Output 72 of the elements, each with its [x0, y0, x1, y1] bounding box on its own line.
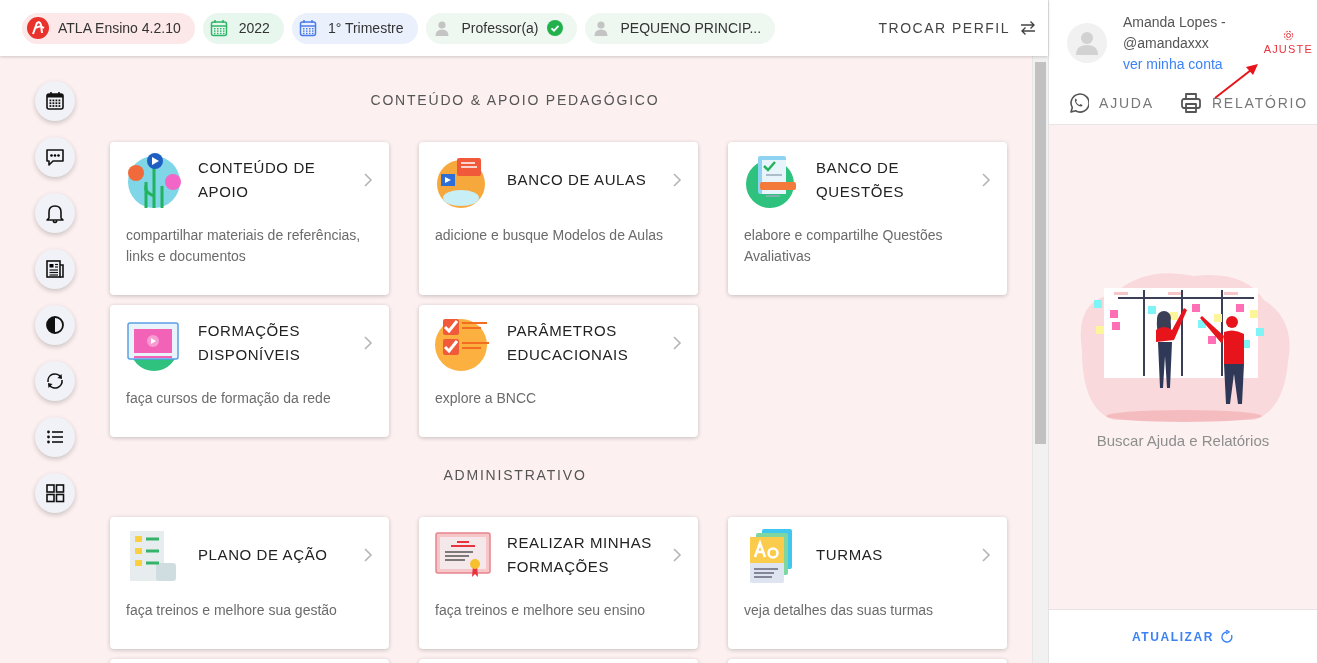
chevron-right-icon	[363, 172, 373, 188]
module-card[interactable]: FORMAÇÕES DISPONÍVEIS faça cursos de formação da rede	[110, 305, 389, 437]
card-description: adicione e busque Modelos de Aulas	[435, 226, 665, 245]
card-title: PARÂMETROS EDUCACIONAIS	[507, 321, 630, 365]
chevron-right-icon	[672, 172, 682, 188]
filter-chip[interactable]: 2022	[202, 12, 284, 44]
caption: Buscar Ajuda e Relatórios	[1096, 432, 1270, 449]
module-card[interactable]: CONTEÚDO DE APOIO compartilhar materiais de referências, links e documentos	[110, 142, 389, 295]
bell-button[interactable]	[35, 193, 75, 233]
avatar	[1067, 23, 1107, 63]
newspaper-icon	[44, 258, 66, 280]
whatsapp-icon	[1067, 92, 1089, 114]
filter-chip[interactable]: Professor(a)	[425, 12, 577, 44]
account-link[interactable]: ver minha conta	[1123, 54, 1226, 75]
card-description: faça treinos e melhore sua gestão	[126, 601, 338, 620]
scrollbar[interactable]	[1032, 56, 1048, 663]
settings-button[interactable]: AJUSTE	[1263, 30, 1313, 55]
chevron-right-icon	[672, 335, 682, 351]
contrast-button[interactable]	[35, 305, 75, 345]
contrast-icon	[44, 314, 66, 336]
card-description: compartilhar materiais de referências, links e documentos	[126, 226, 362, 266]
swap-icon	[1020, 20, 1036, 36]
action-button[interactable]: RELATÓRIO	[1179, 90, 1308, 116]
card-description: faça cursos de formação da rede	[126, 389, 332, 408]
calendar-icon	[44, 90, 66, 112]
card-title: PLANO DE AÇÃO	[198, 545, 329, 565]
grid-button[interactable]	[35, 473, 75, 513]
chevron-right-icon	[981, 547, 991, 563]
section-title: ADMINISTRATIVO	[442, 466, 588, 484]
card-title: FORMAÇÕES DISPONÍVEIS	[198, 321, 302, 365]
switch-profile-button[interactable]: TROCAR PERFIL	[878, 20, 1036, 36]
section-title: CONTEÚDO & APOIO PEDAGÓGICO	[369, 91, 661, 109]
printer-icon	[1179, 92, 1202, 114]
card-description: elabore e compartilhe Questões Avaliativas	[744, 226, 944, 266]
chevron-right-icon	[981, 172, 991, 188]
calendar-button[interactable]	[35, 81, 75, 121]
user-name: Amanda Lopes -	[1123, 13, 1226, 32]
filter-chip[interactable]: ATLA Ensino 4.2.10	[22, 12, 195, 44]
card-title: CONTEÚDO DE APOIO	[198, 158, 317, 202]
module-card[interactable]: BANCO DE QUESTÕES elabore e compartilhe Questões Avaliativas	[728, 142, 1007, 295]
card-title: REALIZAR MINHAS FORMAÇÕES	[507, 533, 653, 577]
card-description: veja detalhes das suas turmas	[744, 601, 935, 620]
list-button[interactable]	[35, 417, 75, 457]
chat-icon	[44, 146, 66, 168]
refresh-button[interactable]: ATUALIZAR	[1131, 629, 1235, 644]
module-card[interactable]: REALIZAR MINHAS FORMAÇÕES faça treinos e melhore seu ensino	[419, 517, 698, 649]
module-card[interactable]: PLANO DE AÇÃO faça treinos e melhore sua gestão	[110, 517, 389, 649]
card-title: BANCO DE QUESTÕES	[816, 158, 906, 202]
chevron-right-icon	[672, 547, 682, 563]
module-card[interactable]: PARÂMETROS EDUCACIONAIS explore a BNCC	[419, 305, 698, 437]
module-card[interactable]: TURMAS veja detalhes das suas turmas	[728, 517, 1007, 649]
card-title: TURMAS	[816, 545, 884, 565]
refresh-icon	[1220, 629, 1235, 644]
chevron-right-icon	[363, 547, 373, 563]
filter-chip[interactable]: PEQUENO PRINCIP...	[584, 12, 776, 44]
action-button[interactable]: AJUDA	[1067, 90, 1154, 116]
card-description: explore a BNCC	[435, 389, 538, 408]
gear-icon	[1282, 30, 1294, 41]
refresh-button[interactable]	[35, 361, 75, 401]
chevron-right-icon	[363, 335, 373, 351]
grid-icon	[44, 482, 66, 504]
newspaper-button[interactable]	[35, 249, 75, 289]
check-icon	[546, 20, 563, 36]
card-title: BANCO DE AULAS	[507, 170, 648, 190]
refresh-icon	[44, 370, 66, 392]
card-description: faça treinos e melhore seu ensino	[435, 601, 647, 620]
bell-icon	[44, 202, 66, 224]
module-icon	[126, 152, 182, 208]
user-handle: @amandaxxx	[1123, 34, 1210, 53]
module-card[interactable]: BANCO DE AULAS adicione e busque Modelos de Aulas	[419, 142, 698, 295]
filter-chip[interactable]: 1° Trimestre	[291, 12, 418, 44]
chat-button[interactable]	[35, 137, 75, 177]
